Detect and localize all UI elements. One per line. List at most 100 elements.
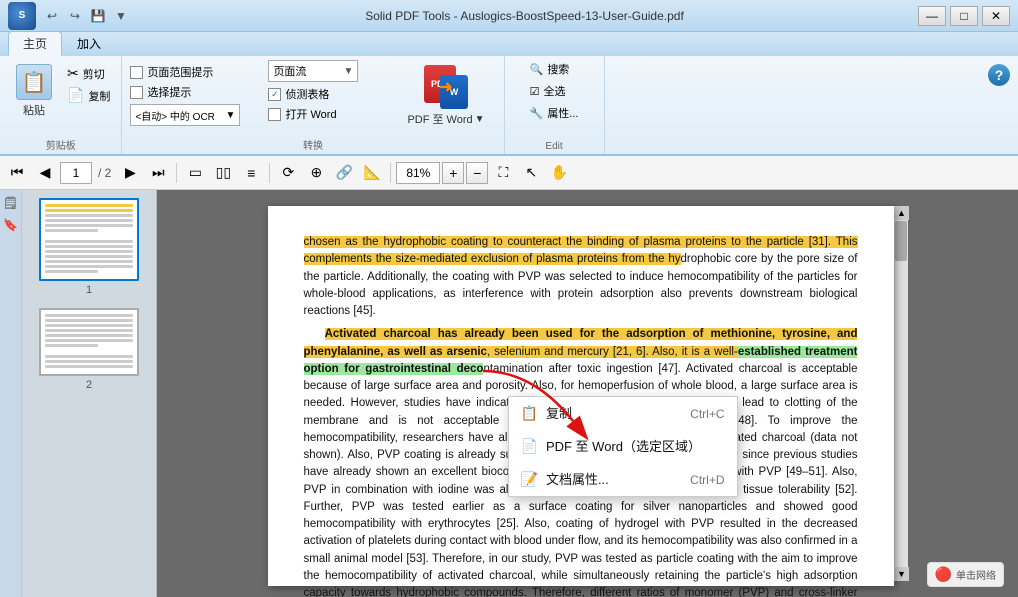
fit-button[interactable]: ⛶ xyxy=(490,160,516,186)
select-hint-checkbox[interactable] xyxy=(130,86,143,99)
toolbar: ⏮ ◀ / 2 ▶ ⏭ ▭ ▯▯ ≡ ⟳ ⊕ 🔗 📐 + − ⛶ ↖ ✋ xyxy=(0,156,1018,190)
scroll-up-button[interactable]: ▲ xyxy=(895,206,909,220)
watermark-logo: 🔴 xyxy=(935,566,952,583)
help-button[interactable]: ? xyxy=(988,64,1010,86)
ctx-copy-label: 复制 xyxy=(546,404,572,424)
cut-button[interactable]: ✂ 剪切 xyxy=(64,64,113,83)
last-page-button[interactable]: ⏭ xyxy=(145,160,171,186)
minimize-button[interactable]: — xyxy=(918,6,946,26)
first-page-button[interactable]: ⏮ xyxy=(4,160,30,186)
context-menu: 📋 复制 Ctrl+C 📄 PDF 至 Word（选定区域） 📝 xyxy=(508,396,738,497)
cut-icon: ✂ xyxy=(67,65,79,82)
watermark-badge: 🔴 单击网络 xyxy=(927,562,1004,587)
thumbnail-panel-icon[interactable]: 🗒 xyxy=(2,194,20,212)
continuous-button[interactable]: ≡ xyxy=(238,160,264,186)
copy-button[interactable]: 📄 复制 xyxy=(64,86,113,105)
detect-table-row: ✓ 侦测表格 xyxy=(268,86,388,102)
scroll-down-button[interactable]: ▼ xyxy=(895,567,909,581)
snap-button[interactable]: ⊕ xyxy=(303,160,329,186)
double-page-button[interactable]: ▯▯ xyxy=(210,160,236,186)
ctx-copy[interactable]: 📋 复制 Ctrl+C xyxy=(509,397,737,430)
paste-label: 粘贴 xyxy=(23,102,45,118)
copy-icon: 📄 xyxy=(67,87,84,104)
undo-button[interactable]: ↩ xyxy=(42,6,62,26)
tab-insert[interactable]: 加入 xyxy=(62,31,116,56)
clipboard-small-btns: ✂ 剪切 📄 复制 xyxy=(64,60,113,105)
clipboard-section: 📋 粘贴 ✂ 剪切 📄 复制 剪贴板 xyxy=(0,56,122,154)
select-all-icon: ☑ xyxy=(530,85,540,98)
side-icons: 🗒 🔖 xyxy=(0,190,22,597)
ocr-label: <自动> 中的 OCR xyxy=(135,108,225,123)
dropdown-arrow-icon[interactable]: ▼ xyxy=(111,6,131,26)
ctx-properties[interactable]: 📝 文档属性... Ctrl+D xyxy=(509,463,737,496)
thumb-page-2 xyxy=(39,308,139,376)
page-flow-dropdown[interactable]: 页面流 ▼ xyxy=(268,60,358,82)
open-word-label: 打开 Word xyxy=(285,106,336,122)
ctx-copy-shortcut: Ctrl+C xyxy=(690,405,724,423)
next-page-button[interactable]: ▶ xyxy=(117,160,143,186)
search-icon: 🔍 xyxy=(530,63,544,76)
scrollbar-vertical[interactable]: ▲ ▼ xyxy=(894,206,908,581)
convert-label: 转换 xyxy=(122,137,503,152)
pdf-word-dropdown-icon[interactable]: ▼ xyxy=(475,114,485,125)
thumbnail-2[interactable]: 2 xyxy=(39,308,139,391)
measure-button[interactable]: 📐 xyxy=(359,160,385,186)
page-number-input[interactable] xyxy=(60,162,92,184)
pdf-to-word-icon: PDF ➜ W xyxy=(424,65,468,109)
ctx-props-shortcut: Ctrl+D xyxy=(690,471,724,489)
edit-section: 🔍 搜索 ☑ 全选 🔧 属性... Edit xyxy=(505,56,605,154)
checkbox-group: 页面范围提示 选择提示 xyxy=(130,60,260,100)
detect-table-label: 侦测表格 xyxy=(285,86,329,102)
title-bar-left: S ↩ ↪ 💾 ▼ xyxy=(8,2,131,30)
hand-tool-button[interactable]: ✋ xyxy=(546,160,572,186)
pdf-para-1: chosen as the hydrophobic coating to cou… xyxy=(304,234,858,320)
page-range-row: 页面范围提示 xyxy=(130,64,260,80)
prev-page-button[interactable]: ◀ xyxy=(32,160,58,186)
separator-3 xyxy=(390,163,391,183)
thumb-page-1 xyxy=(39,198,139,281)
close-button[interactable]: ✕ xyxy=(982,6,1010,26)
bookmark-icon[interactable]: 🔖 xyxy=(2,216,20,234)
redo-button[interactable]: ↪ xyxy=(65,6,85,26)
zoom-input[interactable] xyxy=(396,162,440,184)
pdf-to-word-button[interactable]: PDF ➜ W PDF 至 Word ▼ xyxy=(396,60,495,132)
ctx-pdf-to-word[interactable]: 📄 PDF 至 Word（选定区域） xyxy=(509,430,737,463)
select-tool-button[interactable]: ↖ xyxy=(518,160,544,186)
open-word-row: 打开 Word xyxy=(268,106,388,122)
page-range-label: 页面范围提示 xyxy=(147,64,213,80)
quick-access-toolbar: ↩ ↪ 💾 ▼ xyxy=(42,6,131,26)
thumb-number-2: 2 xyxy=(86,379,92,391)
separator-1 xyxy=(176,163,177,183)
thumb-number-1: 1 xyxy=(86,284,92,296)
convert-arrow-icon: ➜ xyxy=(439,77,452,97)
link-button[interactable]: 🔗 xyxy=(331,160,357,186)
thumbnail-1[interactable]: 1 xyxy=(39,198,139,296)
separator-2 xyxy=(269,163,270,183)
main-content: 🗒 🔖 xyxy=(0,190,1018,597)
watermark-text: 单击网络 xyxy=(956,567,996,582)
select-hint-label: 选择提示 xyxy=(147,84,191,100)
rotate-button[interactable]: ⟳ xyxy=(275,160,301,186)
thumbnails-panel: 1 2 xyxy=(22,190,157,597)
search-button[interactable]: 🔍 搜索 xyxy=(527,60,573,78)
clipboard-label: 剪贴板 xyxy=(0,137,121,152)
select-all-button[interactable]: ☑ 全选 xyxy=(527,82,569,100)
properties-button[interactable]: 🔧 属性... xyxy=(527,104,582,122)
single-page-button[interactable]: ▭ xyxy=(182,160,208,186)
paste-icon: 📋 xyxy=(16,64,52,100)
select-hint-row: 选择提示 xyxy=(130,84,260,100)
detect-table-checkbox[interactable]: ✓ xyxy=(268,88,281,101)
scroll-thumb[interactable] xyxy=(895,221,907,261)
props-ctx-icon: 📝 xyxy=(521,469,538,490)
zoom-in-button[interactable]: + xyxy=(442,162,464,184)
ocr-dropdown[interactable]: <自动> 中的 OCR ▼ xyxy=(130,104,240,126)
paste-button[interactable]: 📋 粘贴 xyxy=(8,60,60,122)
save-button[interactable]: 💾 xyxy=(88,6,108,26)
pdf-viewer[interactable]: chosen as the hydrophobic coating to cou… xyxy=(157,190,1018,597)
open-word-checkbox[interactable] xyxy=(268,108,281,121)
maximize-button[interactable]: □ xyxy=(950,6,978,26)
page-range-checkbox[interactable] xyxy=(130,66,143,79)
pdf-page: chosen as the hydrophobic coating to cou… xyxy=(268,206,894,586)
tab-home[interactable]: 主页 xyxy=(8,31,62,56)
zoom-out-button[interactable]: − xyxy=(466,162,488,184)
